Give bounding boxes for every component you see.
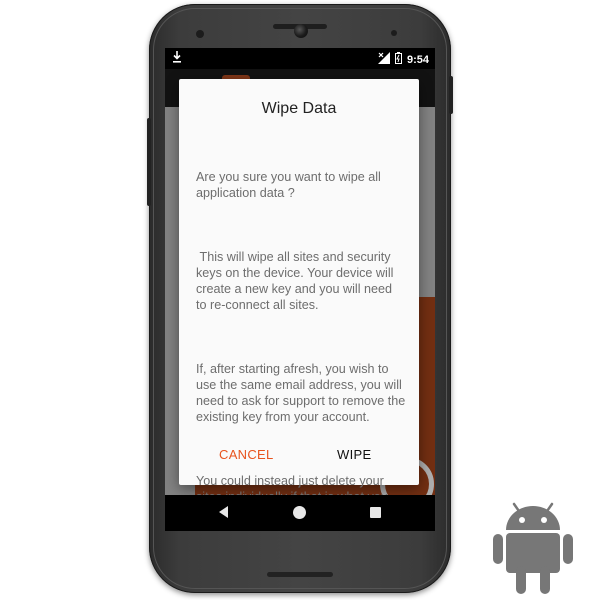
status-time: 9:54 [406, 53, 429, 66]
back-icon[interactable] [219, 506, 228, 518]
light-sensor [391, 30, 397, 36]
navigation-bar [165, 495, 435, 531]
dialog-paragraph: If, after starting afresh, you wish to u… [196, 362, 409, 424]
cancel-button[interactable]: CANCEL [219, 447, 274, 462]
recents-icon[interactable] [370, 507, 381, 518]
status-bar: 9:54 [165, 48, 435, 69]
signal-icon [377, 52, 390, 67]
dialog-paragraph: Are you sure you want to wipe all applic… [196, 170, 385, 200]
download-icon [172, 51, 182, 66]
bottom-speaker [267, 572, 333, 577]
battery-icon [394, 52, 402, 67]
android-logo-icon [493, 502, 573, 594]
dialog-paragraph: This will wipe all sites and security ke… [196, 250, 397, 312]
wipe-button[interactable]: WIPE [337, 447, 371, 462]
power-button[interactable] [449, 76, 453, 114]
screen: 9:54 Wipe Data Are you sure you want to … [165, 48, 435, 531]
front-camera [294, 24, 308, 38]
dialog-actions: CANCEL WIPE [179, 441, 419, 475]
volume-button[interactable] [147, 118, 151, 206]
home-icon[interactable] [293, 506, 306, 519]
wipe-data-dialog: Wipe Data Are you sure you want to wipe … [179, 79, 419, 520]
dialog-title: Wipe Data [261, 100, 337, 117]
proximity-sensor [196, 30, 204, 38]
